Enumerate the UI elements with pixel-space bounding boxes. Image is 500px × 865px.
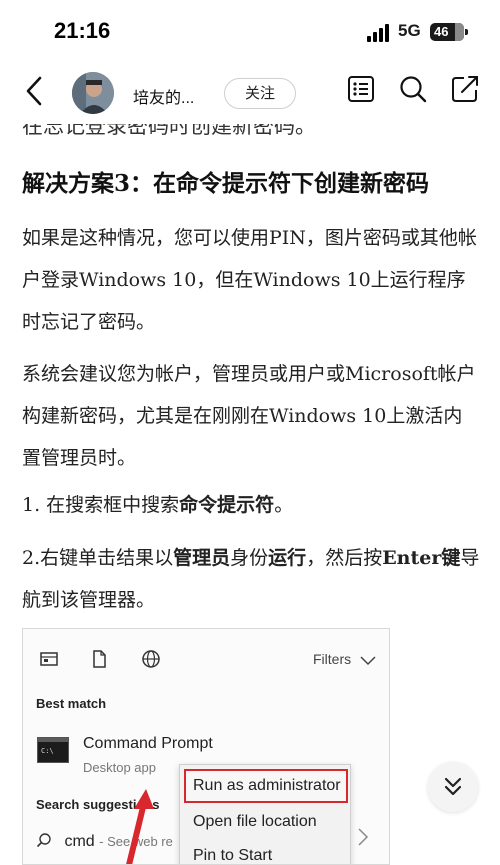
menu-item-run-as-administrator: Run as administrator	[184, 769, 348, 803]
battery-icon: 46	[430, 23, 468, 41]
chevron-down-icon	[360, 656, 376, 666]
step-2: 2.右键单击结果以管理员身份运行，然后按Enter键导航到该管理器。	[22, 547, 480, 611]
context-menu: Run as administrator Open file location …	[179, 764, 351, 864]
status-time: 21:16	[54, 18, 111, 43]
app-title: Command Prompt	[83, 735, 213, 752]
command-prompt-icon: C:\	[37, 737, 69, 763]
share-icon	[452, 76, 478, 102]
article-screenshot: Filters Best match C:\ Command Prompt De…	[22, 628, 390, 865]
grid-icon	[40, 652, 58, 666]
paragraph-2: 系统会建议您为帐户，管理员或用户或Microsoft帐户构建新密码，尤其是在刚刚…	[22, 363, 476, 469]
filters-dropdown: Filters	[313, 651, 377, 667]
double-chevron-down-icon	[444, 777, 462, 796]
screenshot-toolbar: Filters	[23, 629, 389, 685]
red-arrow-annotation	[126, 789, 154, 864]
section-heading: 解决方案3：在命令提示符下创建新密码	[22, 170, 430, 197]
author-name[interactable]: 培友的...	[133, 84, 194, 108]
search-button[interactable]	[398, 74, 430, 106]
back-button[interactable]	[20, 74, 50, 108]
menu-item-open-file-location: Open file location	[193, 813, 317, 830]
globe-icon	[142, 650, 160, 668]
paragraph-1: 如果是这种情况，您可以使用PIN，图片密码或其他帐户登录Windows 10，但…	[22, 227, 477, 333]
scroll-down-button[interactable]	[428, 762, 478, 812]
search-icon	[400, 76, 427, 103]
list-icon	[348, 76, 374, 102]
avatar[interactable]	[72, 72, 114, 114]
signal-icon	[367, 24, 393, 42]
battery-level: 46	[434, 24, 449, 39]
menu-item-pin-to-start: Pin to Start	[193, 847, 273, 864]
follow-button[interactable]: 关注	[224, 78, 296, 109]
nav-bar: 培友的... 关注	[0, 62, 500, 124]
svg-text:C:\: C:\	[41, 747, 54, 755]
network-type: 5G	[398, 21, 421, 40]
back-icon	[26, 76, 42, 106]
step-1: 1. 在搜索框中搜索命令提示符。	[22, 494, 294, 516]
document-icon	[93, 650, 106, 668]
status-bar: 21:16 5G 46	[0, 0, 500, 62]
list-button[interactable]	[346, 74, 378, 106]
chevron-right-icon	[358, 828, 369, 846]
share-button[interactable]	[450, 74, 482, 106]
search-icon	[36, 833, 51, 848]
best-match-label: Best match	[36, 696, 107, 711]
app-subtitle: Desktop app	[83, 760, 156, 775]
